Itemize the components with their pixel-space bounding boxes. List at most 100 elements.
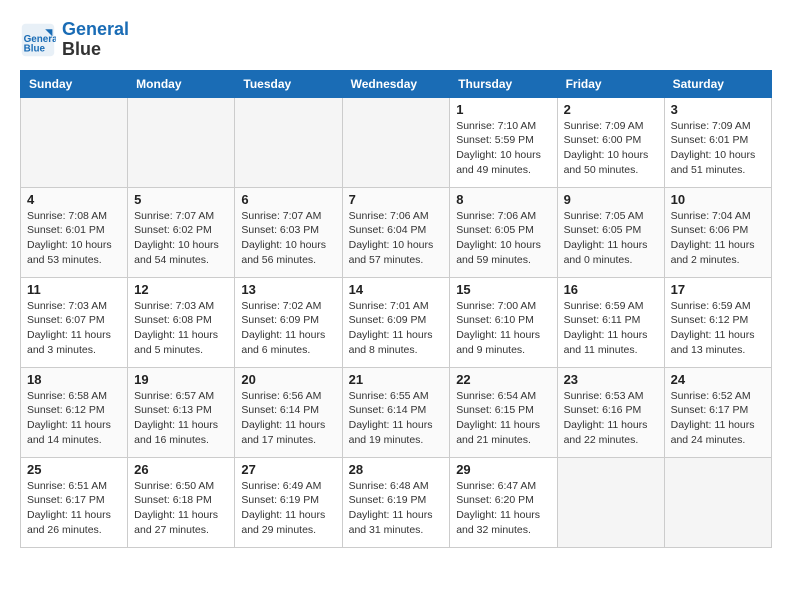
day-number: 13 [241,282,335,297]
calendar-week-3: 18 Sunrise: 6:58 AM Sunset: 6:12 PM Dayli… [21,367,772,457]
logo-text: GeneralBlue [62,20,129,60]
calendar-cell: 5 Sunrise: 7:07 AM Sunset: 6:02 PM Daylig… [128,187,235,277]
calendar-cell [342,97,450,187]
calendar-cell: 9Sunrise: 7:05 AM Sunset: 6:05 PM Daylig… [557,187,664,277]
day-info: Sunrise: 7:08 AM Sunset: 6:01 PM Dayligh… [27,209,121,268]
calendar-cell [21,97,128,187]
day-info: Sunrise: 7:06 AM Sunset: 6:04 PM Dayligh… [349,209,444,268]
day-info: Sunrise: 6:51 AM Sunset: 6:17 PM Dayligh… [27,479,121,538]
calendar-cell: 17 Sunrise: 6:59 AM Sunset: 6:12 PM Dayli… [664,277,771,367]
day-info: Sunrise: 7:03 AM Sunset: 6:08 PM Dayligh… [134,299,228,358]
day-number: 19 [134,372,228,387]
calendar-cell: 8 Sunrise: 7:06 AM Sunset: 6:05 PM Daylig… [450,187,557,277]
day-number: 17 [671,282,765,297]
day-number: 29 [456,462,550,477]
calendar-cell: 27 Sunrise: 6:49 AM Sunset: 6:19 PM Dayli… [235,457,342,547]
day-number: 10 [671,192,765,207]
day-number: 14 [349,282,444,297]
calendar-cell: 22 Sunrise: 6:54 AM Sunset: 6:15 PM Dayli… [450,367,557,457]
day-info: Sunrise: 7:00 AM Sunset: 6:10 PM Dayligh… [456,299,550,358]
calendar-week-1: 4 Sunrise: 7:08 AM Sunset: 6:01 PM Daylig… [21,187,772,277]
day-number: 26 [134,462,228,477]
day-info: Sunrise: 6:59 AM Sunset: 6:11 PM Dayligh… [564,299,658,358]
day-number: 20 [241,372,335,387]
calendar-cell [557,457,664,547]
calendar-cell: 1Sunrise: 7:10 AM Sunset: 5:59 PM Daylig… [450,97,557,187]
day-number: 15 [456,282,550,297]
day-info: Sunrise: 7:09 AM Sunset: 6:00 PM Dayligh… [564,119,658,178]
day-info: Sunrise: 6:53 AM Sunset: 6:16 PM Dayligh… [564,389,658,448]
calendar-cell [664,457,771,547]
day-info: Sunrise: 7:07 AM Sunset: 6:02 PM Dayligh… [134,209,228,268]
day-number: 6 [241,192,335,207]
calendar-cell [128,97,235,187]
calendar-cell: 7 Sunrise: 7:06 AM Sunset: 6:04 PM Daylig… [342,187,450,277]
calendar-cell: 6 Sunrise: 7:07 AM Sunset: 6:03 PM Daylig… [235,187,342,277]
calendar-cell: 25 Sunrise: 6:51 AM Sunset: 6:17 PM Dayli… [21,457,128,547]
day-info: Sunrise: 6:55 AM Sunset: 6:14 PM Dayligh… [349,389,444,448]
day-info: Sunrise: 6:58 AM Sunset: 6:12 PM Dayligh… [27,389,121,448]
day-number: 27 [241,462,335,477]
day-number: 18 [27,372,121,387]
calendar-header-row: SundayMondayTuesdayWednesdayThursdayFrid… [21,70,772,97]
day-number: 16 [564,282,658,297]
logo: General Blue GeneralBlue [20,20,129,60]
calendar-cell: 2 Sunrise: 7:09 AM Sunset: 6:00 PM Daylig… [557,97,664,187]
calendar-cell: 28 Sunrise: 6:48 AM Sunset: 6:19 PM Dayli… [342,457,450,547]
day-number: 24 [671,372,765,387]
calendar-cell: 24 Sunrise: 6:52 AM Sunset: 6:17 PM Dayli… [664,367,771,457]
day-info: Sunrise: 7:06 AM Sunset: 6:05 PM Dayligh… [456,209,550,268]
day-info: Sunrise: 6:49 AM Sunset: 6:19 PM Dayligh… [241,479,335,538]
day-number: 22 [456,372,550,387]
day-info: Sunrise: 6:57 AM Sunset: 6:13 PM Dayligh… [134,389,228,448]
weekday-header-wednesday: Wednesday [342,70,450,97]
calendar-cell: 10 Sunrise: 7:04 AM Sunset: 6:06 PM Dayli… [664,187,771,277]
weekday-header-tuesday: Tuesday [235,70,342,97]
day-number: 25 [27,462,121,477]
day-number: 7 [349,192,444,207]
calendar-cell: 26Sunrise: 6:50 AM Sunset: 6:18 PM Dayli… [128,457,235,547]
day-number: 8 [456,192,550,207]
day-number: 5 [134,192,228,207]
day-number: 3 [671,102,765,117]
day-number: 21 [349,372,444,387]
day-number: 2 [564,102,658,117]
calendar-cell [235,97,342,187]
day-info: Sunrise: 6:59 AM Sunset: 6:12 PM Dayligh… [671,299,765,358]
weekday-header-thursday: Thursday [450,70,557,97]
calendar-cell: 12 Sunrise: 7:03 AM Sunset: 6:08 PM Dayli… [128,277,235,367]
calendar-cell: 29 Sunrise: 6:47 AM Sunset: 6:20 PM Dayli… [450,457,557,547]
calendar-week-0: 1Sunrise: 7:10 AM Sunset: 5:59 PM Daylig… [21,97,772,187]
day-info: Sunrise: 6:48 AM Sunset: 6:19 PM Dayligh… [349,479,444,538]
day-info: Sunrise: 6:54 AM Sunset: 6:15 PM Dayligh… [456,389,550,448]
day-number: 1 [456,102,550,117]
day-number: 23 [564,372,658,387]
calendar-cell: 4 Sunrise: 7:08 AM Sunset: 6:01 PM Daylig… [21,187,128,277]
svg-text:Blue: Blue [24,43,46,54]
logo-icon: General Blue [20,22,56,58]
calendar-cell: 3 Sunrise: 7:09 AM Sunset: 6:01 PM Daylig… [664,97,771,187]
calendar-cell: 14Sunrise: 7:01 AM Sunset: 6:09 PM Dayli… [342,277,450,367]
calendar-cell: 21 Sunrise: 6:55 AM Sunset: 6:14 PM Dayli… [342,367,450,457]
calendar-cell: 15 Sunrise: 7:00 AM Sunset: 6:10 PM Dayli… [450,277,557,367]
day-number: 4 [27,192,121,207]
day-info: Sunrise: 6:47 AM Sunset: 6:20 PM Dayligh… [456,479,550,538]
weekday-header-friday: Friday [557,70,664,97]
day-number: 12 [134,282,228,297]
day-info: Sunrise: 6:52 AM Sunset: 6:17 PM Dayligh… [671,389,765,448]
calendar-week-2: 11Sunrise: 7:03 AM Sunset: 6:07 PM Dayli… [21,277,772,367]
day-info: Sunrise: 7:07 AM Sunset: 6:03 PM Dayligh… [241,209,335,268]
calendar-week-4: 25 Sunrise: 6:51 AM Sunset: 6:17 PM Dayli… [21,457,772,547]
day-info: Sunrise: 7:02 AM Sunset: 6:09 PM Dayligh… [241,299,335,358]
calendar-cell: 16 Sunrise: 6:59 AM Sunset: 6:11 PM Dayli… [557,277,664,367]
day-info: Sunrise: 7:05 AM Sunset: 6:05 PM Dayligh… [564,209,658,268]
calendar-cell: 13 Sunrise: 7:02 AM Sunset: 6:09 PM Dayli… [235,277,342,367]
day-info: Sunrise: 7:04 AM Sunset: 6:06 PM Dayligh… [671,209,765,268]
page-header: General Blue GeneralBlue [20,20,772,60]
day-number: 28 [349,462,444,477]
day-info: Sunrise: 7:09 AM Sunset: 6:01 PM Dayligh… [671,119,765,178]
weekday-header-monday: Monday [128,70,235,97]
day-info: Sunrise: 7:03 AM Sunset: 6:07 PM Dayligh… [27,299,121,358]
calendar-table: SundayMondayTuesdayWednesdayThursdayFrid… [20,70,772,548]
weekday-header-saturday: Saturday [664,70,771,97]
